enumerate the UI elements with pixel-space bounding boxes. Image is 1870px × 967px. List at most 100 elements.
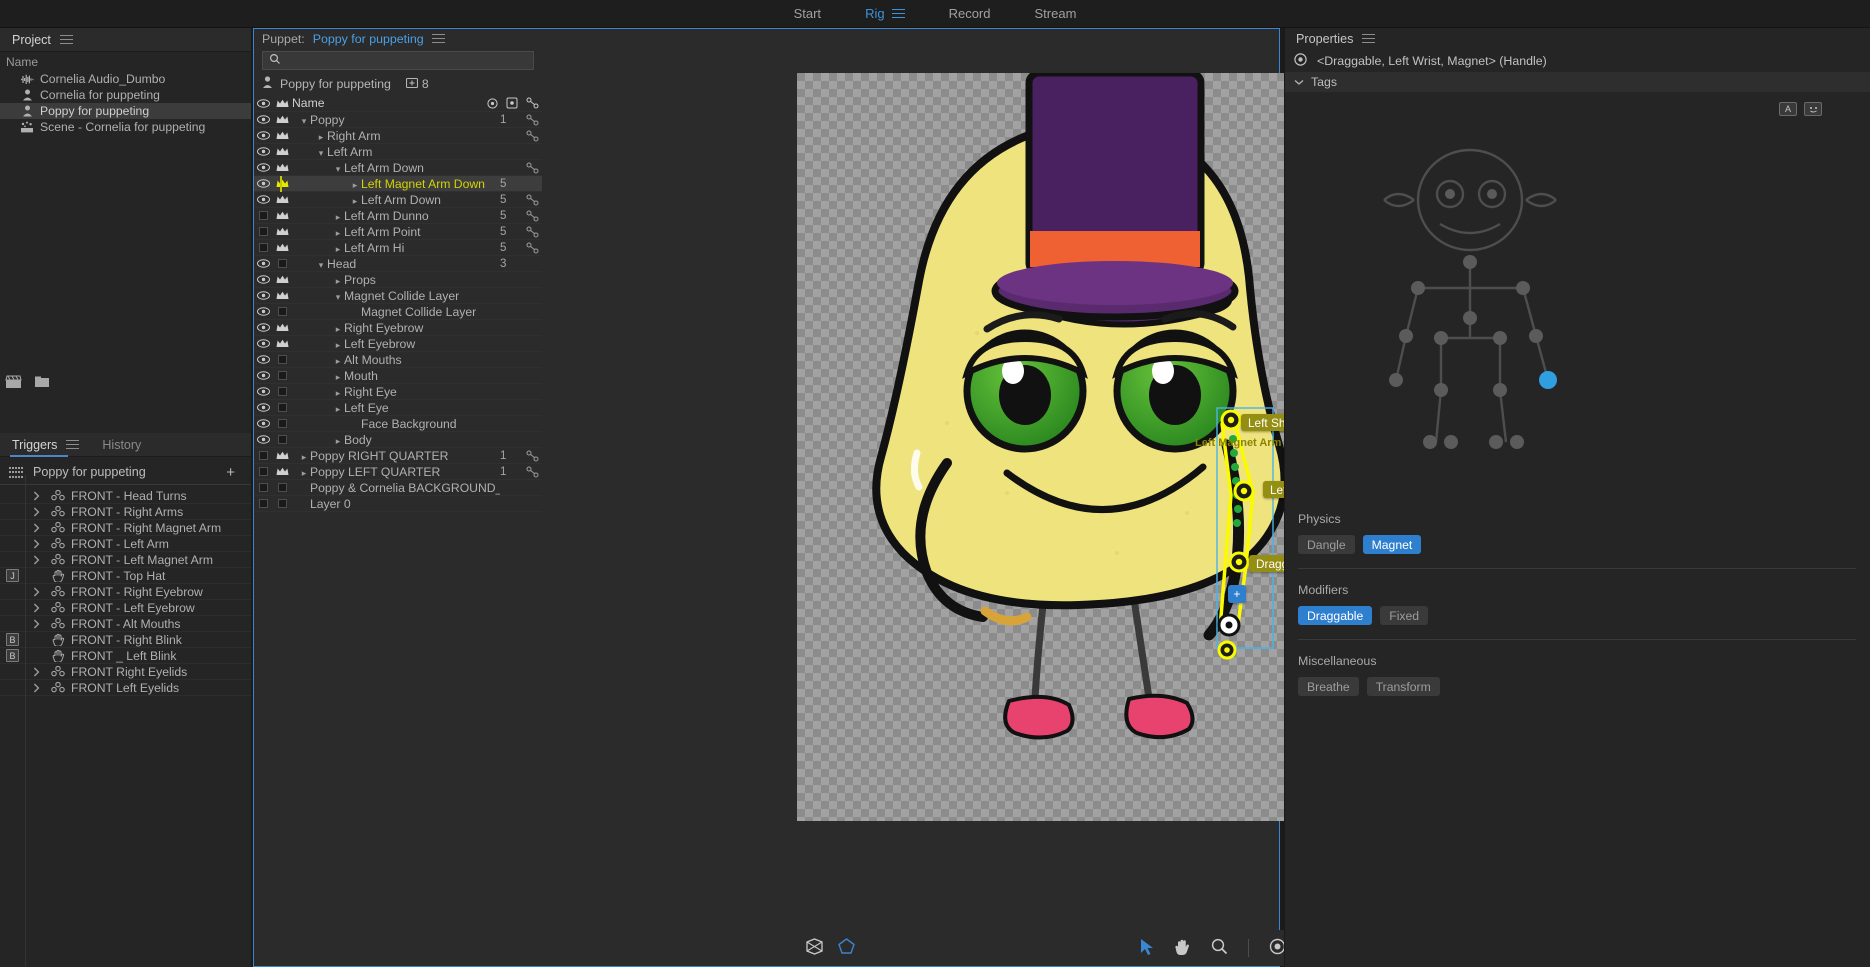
trigger-keyboard-shortcut[interactable]: J — [0, 569, 25, 582]
crown-rig-icon[interactable] — [272, 307, 292, 316]
tag-rig-preview[interactable]: A — [1284, 92, 1870, 512]
mode-rig[interactable]: Rig — [865, 6, 905, 21]
layer-row[interactable]: ▾ Left Arm Down — [254, 160, 542, 176]
chevron-right-icon[interactable]: ▸ — [349, 180, 361, 191]
visibility-eye-icon[interactable] — [254, 131, 272, 140]
tag-skeleton-diagram[interactable] — [1318, 122, 1618, 502]
trigger-row[interactable]: FRONT - Left Arm — [0, 536, 251, 552]
layer-row[interactable]: ▸ Alt Mouths — [254, 352, 542, 368]
puppet-panel-value[interactable]: Poppy for puppeting — [313, 32, 424, 46]
chevron-down-icon[interactable] — [1294, 75, 1304, 89]
trigger-row[interactable]: J FRONT - Top Hat — [0, 568, 251, 584]
chevron-down-icon[interactable]: ▾ — [315, 260, 327, 271]
layer-row[interactable]: ▸ Poppy RIGHT QUARTER 1 — [254, 448, 542, 464]
chevron-right-icon[interactable]: ▸ — [332, 388, 344, 399]
chevron-down-icon[interactable]: ▾ — [332, 292, 344, 303]
mode-record[interactable]: Record — [949, 6, 991, 21]
add-trigger-button[interactable]: + — [226, 464, 235, 481]
chevron-right-icon[interactable]: ▸ — [332, 340, 344, 351]
chevron-right-icon[interactable] — [25, 603, 47, 613]
chevron-down-icon[interactable]: ▾ — [332, 164, 344, 175]
mesh-shape-icon[interactable] — [838, 938, 855, 958]
crown-rig-icon[interactable] — [272, 483, 292, 492]
layer-row[interactable]: Magnet Collide Layer — [254, 304, 542, 320]
trigger-keyboard-shortcut[interactable]: B — [0, 649, 25, 662]
mode-label[interactable]: Stream — [1035, 6, 1077, 21]
layer-row[interactable]: ▸ Left Arm Point 5 — [254, 224, 542, 240]
crown-rig-icon[interactable] — [272, 323, 292, 332]
layer-row[interactable]: ▸ Right Eyebrow — [254, 320, 542, 336]
chevron-right-icon[interactable]: ▸ — [332, 372, 344, 383]
chevron-down-icon[interactable]: ▾ — [298, 116, 310, 127]
visibility-eye-icon[interactable] — [254, 307, 272, 316]
visibility-eye-icon[interactable] — [254, 211, 272, 220]
option-draggable[interactable]: Draggable — [1298, 606, 1373, 625]
layer-behavior-icon[interactable] — [522, 130, 542, 142]
project-item[interactable]: Scene - Cornelia for puppeting — [0, 119, 251, 135]
chevron-right-icon[interactable] — [25, 587, 47, 597]
mode-label[interactable]: Record — [949, 6, 991, 21]
layer-row[interactable]: ▸ Props — [254, 272, 542, 288]
search-input[interactable] — [281, 53, 533, 68]
crown-rig-icon[interactable] — [272, 387, 292, 396]
project-item[interactable]: Cornelia Audio_Dumbo — [0, 71, 251, 87]
layer-row[interactable]: ▸ Left Arm Down 5 — [254, 192, 542, 208]
chevron-right-icon[interactable] — [25, 507, 47, 517]
crown-rig-icon[interactable] — [272, 243, 292, 252]
layer-behavior-icon[interactable] — [522, 450, 542, 462]
trigger-row[interactable]: FRONT Right Eyelids — [0, 664, 251, 680]
chevron-right-icon[interactable] — [25, 491, 47, 501]
mode-label[interactable]: Rig — [865, 6, 885, 21]
layer-behavior-icon[interactable] — [522, 194, 542, 206]
crown-rig-icon[interactable] — [272, 467, 292, 476]
layer-row[interactable]: ▾ Head 3 — [254, 256, 542, 272]
properties-panel-menu-icon[interactable] — [1362, 34, 1376, 44]
visibility-eye-icon[interactable] — [254, 499, 272, 508]
crown-rig-icon[interactable] — [272, 435, 292, 444]
layer-behavior-icon[interactable] — [522, 226, 542, 238]
trigger-key-badge[interactable]: B — [6, 649, 19, 662]
chevron-right-icon[interactable] — [25, 667, 47, 677]
chevron-right-icon[interactable]: ▸ — [332, 228, 344, 239]
chevron-right-icon[interactable]: ▸ — [332, 244, 344, 255]
trigger-keyboard-shortcut[interactable]: B — [0, 633, 25, 646]
crown-rig-icon[interactable] — [272, 211, 292, 220]
visibility-eye-icon[interactable] — [254, 195, 272, 204]
layer-row[interactable]: ▸ Body — [254, 432, 542, 448]
trigger-row[interactable]: FRONT - Left Eyebrow — [0, 600, 251, 616]
visibility-eye-icon[interactable] — [254, 435, 272, 444]
puppet-panel-menu-icon[interactable] — [431, 34, 445, 44]
camera-input-icon[interactable] — [805, 938, 824, 958]
chevron-right-icon[interactable]: ▸ — [332, 276, 344, 287]
chevron-right-icon[interactable]: ▸ — [298, 468, 310, 479]
visibility-eye-icon[interactable] — [254, 467, 272, 476]
project-item[interactable]: Poppy for puppeting — [0, 103, 251, 119]
new-scene-icon[interactable] — [5, 375, 23, 392]
crown-rig-icon[interactable] — [272, 195, 292, 204]
crown-rig-icon[interactable] — [272, 163, 292, 172]
crown-rig-icon[interactable] — [272, 403, 292, 412]
chevron-right-icon[interactable]: ▸ — [332, 212, 344, 223]
chevron-right-icon[interactable]: ▸ — [332, 324, 344, 335]
layer-row[interactable]: ▸ Left Eyebrow — [254, 336, 542, 352]
trigger-row[interactable]: B FRONT - Right Blink — [0, 632, 251, 648]
layer-row[interactable]: ▾ Poppy 1 — [254, 112, 542, 128]
crown-rig-icon[interactable] — [272, 291, 292, 300]
chevron-right-icon[interactable]: ▸ — [298, 452, 310, 463]
visibility-eye-icon[interactable] — [254, 291, 272, 300]
tab-project[interactable]: Project — [12, 33, 51, 47]
trigger-row[interactable]: FRONT - Left Magnet Arm — [0, 552, 251, 568]
visibility-eye-icon[interactable] — [254, 275, 272, 284]
option-magnet[interactable]: Magnet — [1362, 535, 1422, 554]
layer-row[interactable]: Layer 0 — [254, 496, 542, 512]
tab-triggers[interactable]: Triggers — [12, 438, 57, 452]
new-folder-icon[interactable] — [34, 375, 52, 391]
visibility-eye-icon[interactable] — [254, 371, 272, 380]
selection-arrow-icon[interactable] — [1140, 938, 1154, 959]
chevron-right-icon[interactable] — [25, 539, 47, 549]
layer-row[interactable]: ▾ Magnet Collide Layer — [254, 288, 542, 304]
layer-row[interactable]: Face Background — [254, 416, 542, 432]
trigger-row[interactable]: FRONT - Head Turns — [0, 488, 251, 504]
visibility-eye-icon[interactable] — [254, 115, 272, 124]
trigger-row[interactable]: FRONT - Right Eyebrow — [0, 584, 251, 600]
